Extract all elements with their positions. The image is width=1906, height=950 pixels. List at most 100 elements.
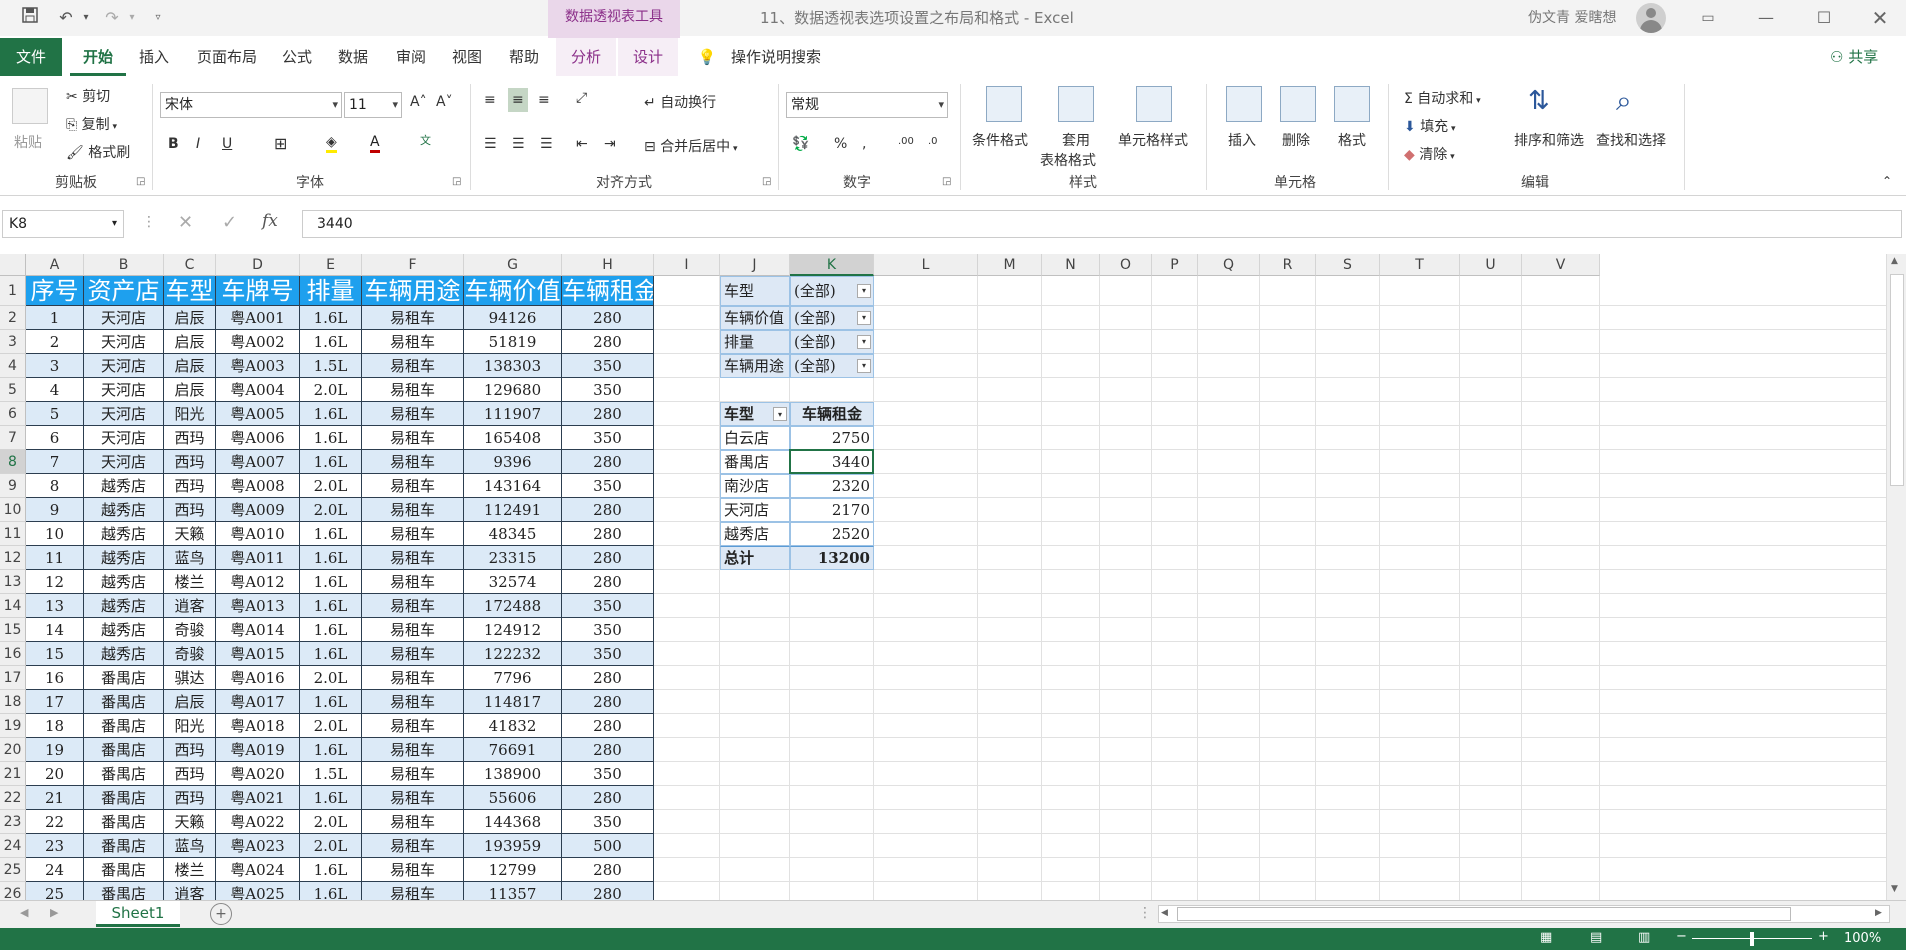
table-cell[interactable]: 500 [562, 834, 654, 858]
table-cell[interactable]: 129680 [464, 378, 562, 402]
table-cell[interactable]: 易租车 [362, 714, 464, 738]
copy-button[interactable]: ⎘ 复制 ▾ [66, 114, 117, 134]
table-cell[interactable]: 粤A021 [216, 786, 300, 810]
table-cell[interactable]: 280 [562, 882, 654, 900]
table-cell[interactable]: 粤A013 [216, 594, 300, 618]
save-icon[interactable] [18, 6, 42, 30]
table-cell[interactable]: 350 [562, 810, 654, 834]
table-cell[interactable]: 5 [26, 402, 84, 426]
table-cell[interactable]: 15 [26, 642, 84, 666]
table-cell[interactable]: 西玛 [164, 474, 216, 498]
row-header[interactable]: 20 [0, 738, 26, 762]
table-cell[interactable]: 易租车 [362, 810, 464, 834]
table-cell[interactable]: 天河店 [84, 378, 164, 402]
table-cell[interactable]: 1.5L [300, 354, 362, 378]
redo-dropdown-icon[interactable]: ▾ [120, 6, 144, 30]
alignment-launcher-icon[interactable]: ◲ [762, 176, 771, 187]
row-header[interactable]: 17 [0, 666, 26, 690]
table-cell[interactable]: 易租车 [362, 354, 464, 378]
worksheet-grid[interactable]: ABCDEFGHIJKLMNOPQRSTUV 1 2 3 4 5 6 7 8 9 10 11 12 13… [0, 254, 1886, 900]
grow-font-icon[interactable]: A˄ [410, 94, 427, 110]
lightbulb-icon[interactable]: 💡 [694, 38, 720, 76]
table-cell[interactable]: 天河店 [84, 306, 164, 330]
table-cell[interactable]: 启辰 [164, 690, 216, 714]
table-cell[interactable]: 1.6L [300, 330, 362, 354]
table-cell[interactable]: 越秀店 [84, 618, 164, 642]
table-cell[interactable]: 350 [562, 474, 654, 498]
table-cell[interactable]: 粤A003 [216, 354, 300, 378]
table-cell[interactable]: 280 [562, 738, 654, 762]
table-cell[interactable]: 西玛 [164, 450, 216, 474]
table-cell[interactable]: 天籁 [164, 810, 216, 834]
filter-dropdown-icon[interactable]: ▾ [857, 311, 871, 325]
find-search-icon[interactable]: ⌕ [1616, 84, 1632, 118]
column-header[interactable]: M [978, 254, 1042, 276]
column-header[interactable]: D [216, 254, 300, 276]
table-cell[interactable]: 粤A005 [216, 402, 300, 426]
column-header[interactable]: H [562, 254, 654, 276]
table-cell[interactable]: 粤A025 [216, 882, 300, 900]
page-break-view-icon[interactable]: ▥ [1638, 930, 1650, 945]
row-header[interactable]: 12 [0, 546, 26, 570]
scroll-left-icon[interactable]: ◀ [1161, 908, 1168, 918]
delete-cells-icon[interactable] [1280, 86, 1316, 122]
avatar[interactable] [1636, 3, 1666, 33]
format-as-table-icon[interactable] [1058, 86, 1094, 122]
row-header[interactable]: 10 [0, 498, 26, 522]
row-header[interactable]: 4 [0, 354, 26, 378]
font-name-combo[interactable]: 宋体 ▾ [160, 92, 342, 118]
table-cell[interactable]: 易租车 [362, 522, 464, 546]
table-cell[interactable]: 55606 [464, 786, 562, 810]
table-cell[interactable]: 22 [26, 810, 84, 834]
table-cell[interactable]: 天河店 [84, 402, 164, 426]
row-header[interactable]: 23 [0, 810, 26, 834]
table-cell[interactable]: 番禺店 [84, 738, 164, 762]
table-cell[interactable]: 18 [26, 714, 84, 738]
table-cell[interactable]: 23315 [464, 546, 562, 570]
table-cell[interactable]: 25 [26, 882, 84, 900]
scroll-right-icon[interactable]: ▶ [1875, 908, 1882, 918]
table-cell[interactable]: 粤A009 [216, 498, 300, 522]
row-header[interactable]: 22 [0, 786, 26, 810]
table-cell[interactable]: 1.6L [300, 882, 362, 900]
table-cell[interactable]: 1 [26, 306, 84, 330]
row-header[interactable]: 18 [0, 690, 26, 714]
table-cell[interactable]: 138900 [464, 762, 562, 786]
table-cell[interactable]: 粤A006 [216, 426, 300, 450]
font-size-combo[interactable]: 11 ▾ [344, 92, 402, 118]
collapse-ribbon-icon[interactable]: ⌃ [1882, 174, 1892, 188]
table-cell[interactable]: 越秀店 [84, 474, 164, 498]
row-header[interactable]: 26 [0, 882, 26, 900]
column-header[interactable]: O [1100, 254, 1152, 276]
pivot-filter-value[interactable]: (全部) ▾ [790, 276, 874, 306]
row-header[interactable]: 15 [0, 618, 26, 642]
table-cell[interactable]: 21 [26, 786, 84, 810]
table-cell[interactable]: 14 [26, 618, 84, 642]
cell-styles-icon[interactable] [1136, 86, 1172, 122]
table-cell[interactable]: 6 [26, 426, 84, 450]
table-cell[interactable]: 2.0L [300, 378, 362, 402]
column-header[interactable]: R [1260, 254, 1316, 276]
table-cell[interactable]: 1.6L [300, 402, 362, 426]
table-cell[interactable]: 10 [26, 522, 84, 546]
table-cell[interactable]: 粤A020 [216, 762, 300, 786]
phonetic-icon[interactable]: 文 [420, 132, 431, 148]
table-cell[interactable]: 114817 [464, 690, 562, 714]
row-header[interactable]: 19 [0, 714, 26, 738]
table-cell[interactable]: 7 [26, 450, 84, 474]
tell-me-search[interactable]: 操作说明搜索 [726, 38, 826, 76]
filter-dropdown-icon[interactable]: ▾ [857, 335, 871, 349]
conditional-format-button[interactable]: 条件格式 [972, 130, 1028, 150]
table-header-cell[interactable]: 车辆用途 [362, 276, 464, 306]
table-cell[interactable]: 易租车 [362, 426, 464, 450]
tab-insert[interactable]: 插入 [132, 38, 176, 76]
table-cell[interactable]: 280 [562, 522, 654, 546]
format-painter-button[interactable]: 🖌 格式刷 [66, 142, 130, 162]
table-cell[interactable]: 1.6L [300, 522, 362, 546]
table-cell[interactable]: 易租车 [362, 570, 464, 594]
column-header[interactable]: N [1042, 254, 1100, 276]
table-cell[interactable]: 启辰 [164, 378, 216, 402]
table-cell[interactable]: 楼兰 [164, 570, 216, 594]
column-header[interactable]: F [362, 254, 464, 276]
horizontal-scroll-thumb[interactable] [1177, 907, 1791, 921]
